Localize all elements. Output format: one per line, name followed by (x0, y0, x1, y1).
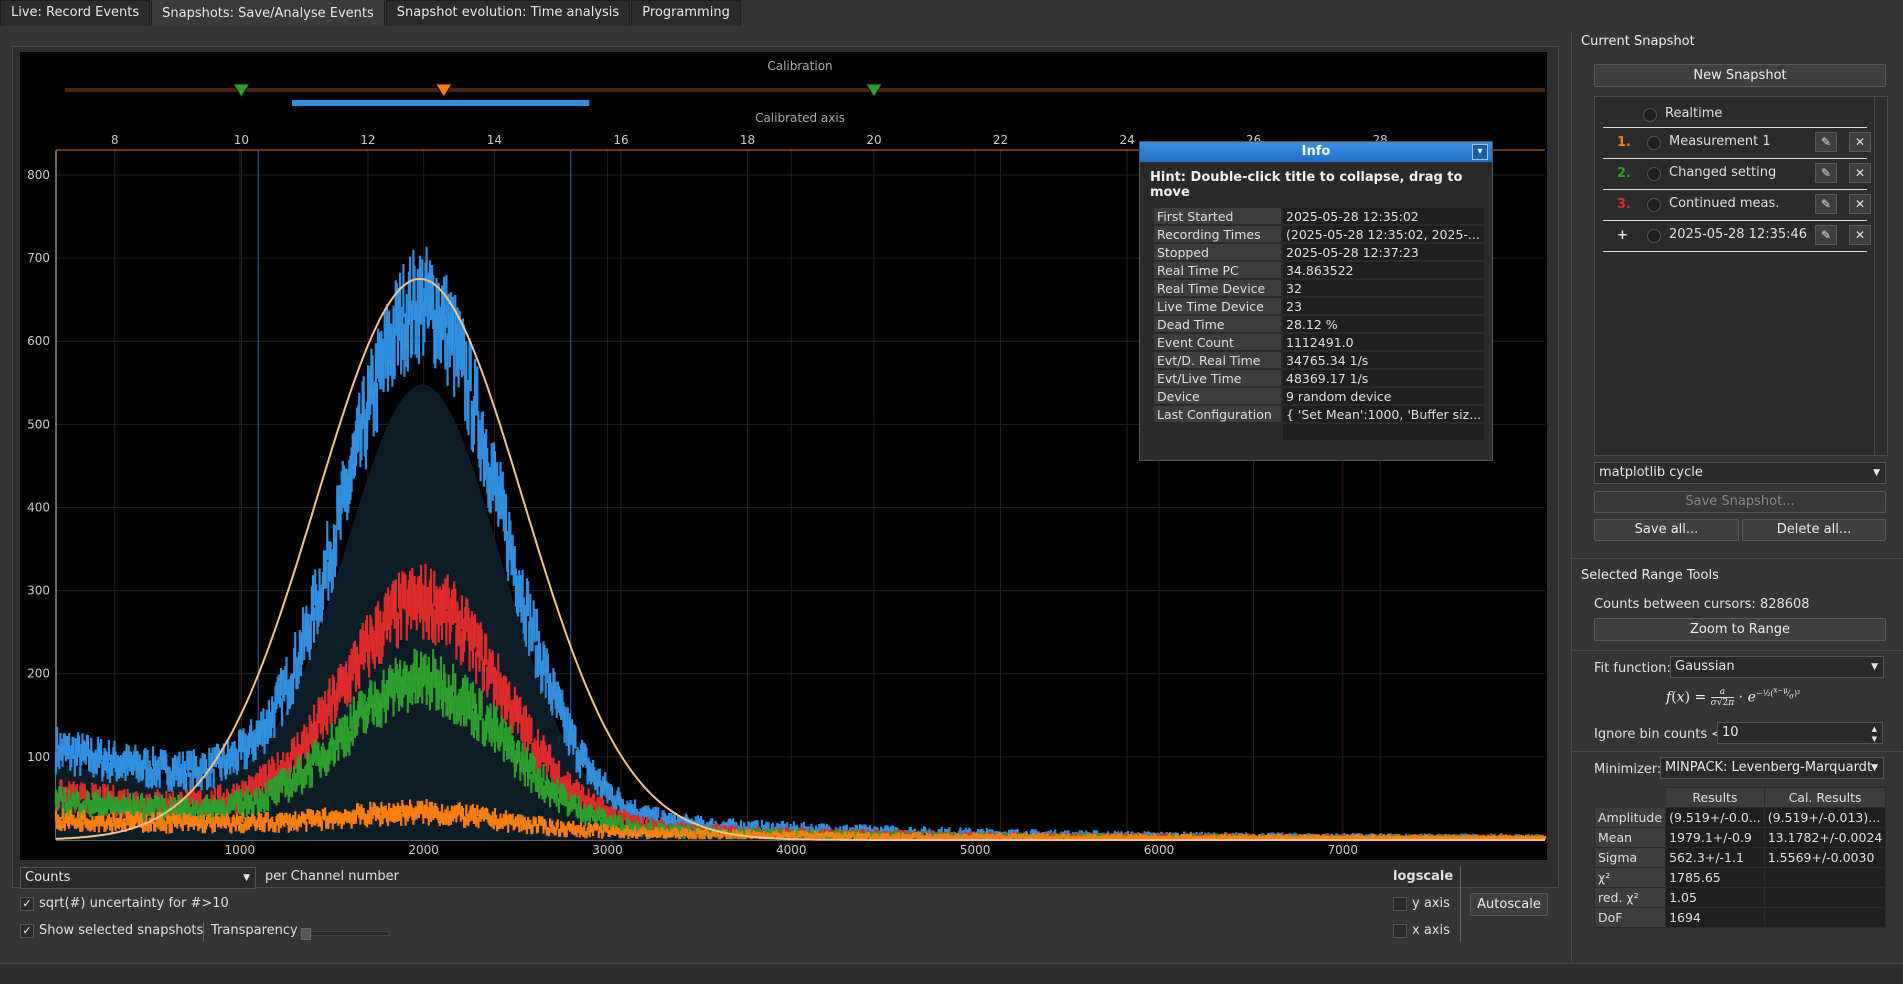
y-tick-label: 200 (27, 667, 50, 681)
calibrated-tick-label: 22 (993, 133, 1008, 147)
x-tick-label: 4000 (776, 843, 807, 857)
calibrated-tick-label: 14 (487, 133, 502, 147)
x-tick-label: 5000 (960, 843, 991, 857)
y-tick-label: 400 (27, 500, 50, 514)
calibrated-tick-label: 18 (740, 133, 755, 147)
x-tick-label: 2000 (408, 843, 439, 857)
y-tick-label: 700 (27, 251, 50, 265)
calibrated-tick-label: 24 (1119, 133, 1134, 147)
calibration-range-bar (292, 100, 589, 106)
y-tick-label: 100 (27, 750, 50, 764)
x-tick-label: 7000 (1328, 843, 1359, 857)
x-tick-label: 6000 (1144, 843, 1175, 857)
y-tick-label: 600 (27, 334, 50, 348)
y-tick-label: 800 (27, 168, 50, 182)
calibrated-tick-label: 20 (866, 133, 881, 147)
calibration-label: Calibration (767, 59, 832, 73)
calibrated-axis-label: Calibrated axis (755, 111, 845, 125)
calibrated-tick-label: 8 (111, 133, 119, 147)
x-tick-label: 3000 (592, 843, 623, 857)
calibrated-tick-label: 16 (613, 133, 628, 147)
y-tick-label: 300 (27, 584, 50, 598)
calibrated-tick-label: 12 (360, 133, 375, 147)
y-tick-label: 500 (27, 417, 50, 431)
calibrated-tick-label: 10 (234, 133, 249, 147)
x-tick-label: 1000 (225, 843, 256, 857)
